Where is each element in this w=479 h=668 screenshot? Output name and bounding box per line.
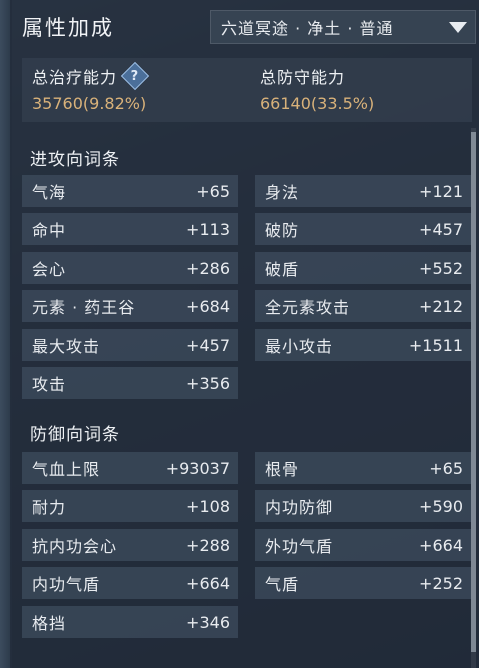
scrollbar-thumb[interactable] bbox=[471, 132, 476, 652]
stat-cell: 命中 +113 bbox=[22, 213, 238, 245]
stat-cell: 最小攻击 +1511 bbox=[255, 329, 471, 361]
stat-cell: 根骨 +65 bbox=[255, 452, 471, 484]
defense-summary: 总防守能力 66140(33.5%) bbox=[260, 64, 374, 113]
stat-cell: 格挡 +346 bbox=[22, 606, 238, 638]
defense-label: 总防守能力 bbox=[260, 68, 346, 87]
stat-cell: 气血上限 +93037 bbox=[22, 452, 238, 484]
stat-cell: 会心 +286 bbox=[22, 252, 238, 284]
heal-summary: 总治疗能力 ? 35760(9.82%) bbox=[32, 61, 150, 113]
stat-cell: 身法 +121 bbox=[255, 175, 471, 207]
panel-title: 属性加成 bbox=[22, 16, 114, 40]
stat-cell: 破盾 +552 bbox=[255, 252, 471, 284]
stat-cell: 最大攻击 +457 bbox=[22, 329, 238, 361]
dropdown-value: 六道冥途 · 净土 · 普通 bbox=[221, 19, 394, 38]
heal-value: 35760(9.82%) bbox=[32, 94, 147, 113]
stat-cell: 外功气盾 +664 bbox=[255, 529, 471, 561]
stat-cell: 气盾 +252 bbox=[255, 567, 471, 599]
defense-value: 66140(33.5%) bbox=[260, 94, 375, 113]
defense-section-title: 防御向词条 bbox=[30, 425, 120, 445]
stat-cell: 攻击 +356 bbox=[22, 367, 238, 399]
caret-down-icon bbox=[449, 22, 467, 33]
stat-cell: 气海 +65 bbox=[22, 175, 238, 207]
stat-cell: 元素 · 药王谷 +684 bbox=[22, 290, 238, 322]
stat-cell: 耐力 +108 bbox=[22, 490, 238, 522]
stat-cell: 全元素攻击 +212 bbox=[255, 290, 471, 322]
summary-box: 总治疗能力 ? 35760(9.82%) 总防守能力 66140(33.5%) bbox=[22, 58, 472, 122]
help-icon[interactable]: ? bbox=[120, 61, 150, 91]
mode-dropdown[interactable]: 六道冥途 · 净土 · 普通 bbox=[210, 10, 476, 44]
stat-cell: 内功气盾 +664 bbox=[22, 567, 238, 599]
attack-section-title: 进攻向词条 bbox=[30, 150, 120, 170]
stat-cell: 破防 +457 bbox=[255, 213, 471, 245]
heal-label: 总治疗能力 bbox=[32, 68, 118, 87]
stat-cell: 内功防御 +590 bbox=[255, 490, 471, 522]
stat-cell: 抗内功会心 +288 bbox=[22, 529, 238, 561]
